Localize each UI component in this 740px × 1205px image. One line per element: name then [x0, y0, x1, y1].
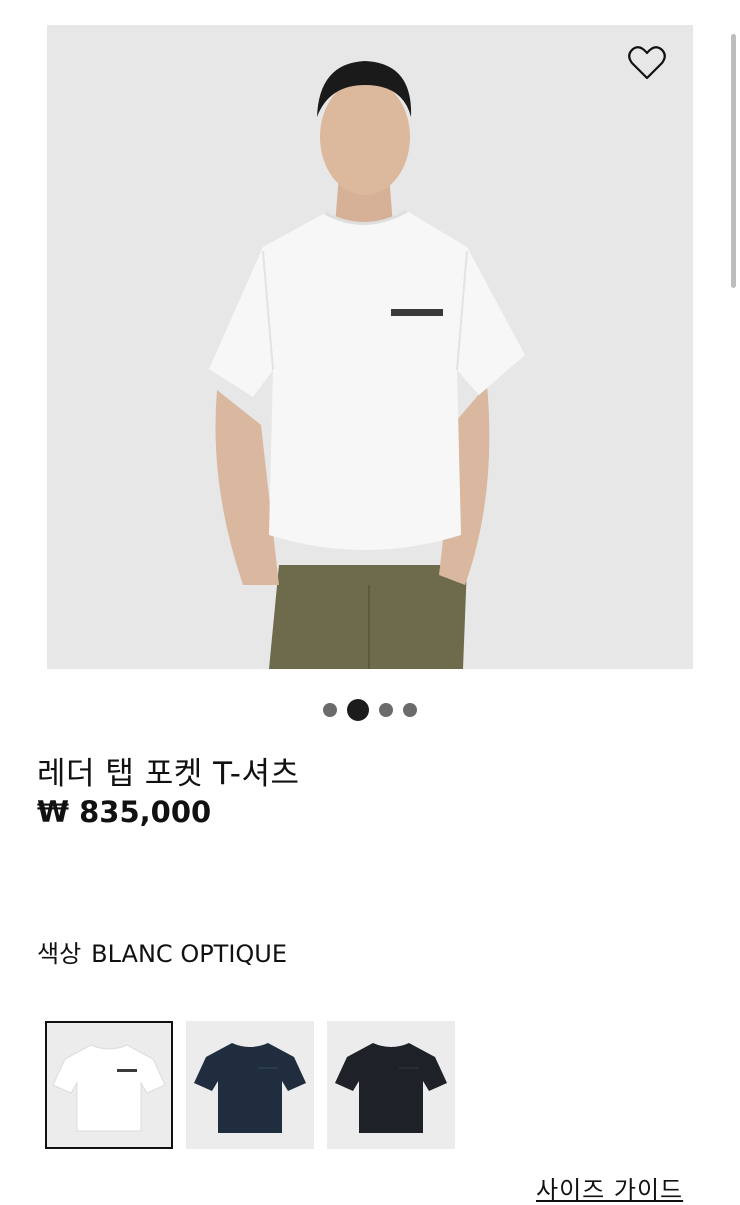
color-value: BLANC OPTIQUE — [91, 940, 288, 968]
color-swatch-white[interactable] — [45, 1021, 173, 1149]
color-swatches — [45, 1021, 455, 1149]
color-selection: 색상 BLANC OPTIQUE — [37, 934, 287, 969]
tshirt-thumbnail — [194, 1043, 306, 1133]
carousel-dot-active[interactable] — [347, 699, 369, 721]
heart-outline-icon[interactable] — [627, 45, 667, 81]
carousel-dot[interactable] — [323, 703, 337, 717]
color-label: 색상 — [37, 940, 82, 968]
tshirt-thumbnail — [52, 1044, 166, 1132]
scrollbar[interactable] — [731, 34, 736, 288]
carousel-dot[interactable] — [379, 703, 393, 717]
product-title: 레더 탭 포켓 T-셔츠 — [37, 756, 300, 792]
currency-symbol: ₩ — [37, 795, 69, 829]
product-price: ₩ 835,000 — [37, 795, 211, 829]
carousel-indicators — [0, 698, 740, 722]
tshirt-thumbnail — [335, 1043, 447, 1133]
color-swatch-black[interactable] — [327, 1021, 455, 1149]
model-photo — [209, 61, 525, 669]
product-image[interactable] — [47, 25, 693, 669]
price-value: 835,000 — [79, 795, 212, 829]
carousel-dot[interactable] — [403, 703, 417, 717]
color-swatch-navy[interactable] — [186, 1021, 314, 1149]
